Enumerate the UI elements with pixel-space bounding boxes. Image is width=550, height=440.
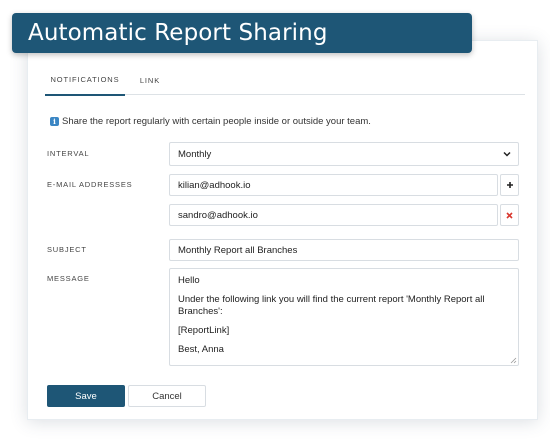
interval-select[interactable]: Monthly [169,142,519,166]
message-label: MESSAGE [47,274,90,283]
email-field-1[interactable]: kilian@adhook.io [169,174,498,196]
message-line: Under the following link you will find t… [178,294,485,317]
title-banner: Automatic Report Sharing [12,13,472,53]
cancel-button[interactable]: Cancel [128,385,206,407]
add-email-button[interactable] [500,174,519,196]
resize-handle-icon[interactable] [510,357,517,364]
interval-label: INTERVAL [47,149,90,158]
info-message: i Share the report regularly with certai… [50,116,371,127]
message-line: [ReportLink] [178,325,230,336]
tab-bar: NOTIFICATIONS LINK [45,65,525,96]
subject-value: Monthly Report all Branches [178,244,298,256]
email-value-1: kilian@adhook.io [178,179,251,191]
sharing-dialog: NOTIFICATIONS LINK i Share the report re… [27,40,538,420]
message-textarea[interactable]: Hello Under the following link you will … [169,268,519,366]
subject-field[interactable]: Monthly Report all Branches [169,239,519,261]
info-text: Share the report regularly with certain … [62,116,371,127]
email-value-2: sandro@adhook.io [178,209,258,221]
message-line: Best, Anna [178,344,224,355]
remove-email-button[interactable] [500,204,519,226]
page-title: Automatic Report Sharing [28,20,328,46]
chevron-down-icon [503,151,511,157]
subject-label: SUBJECT [47,245,87,254]
tab-link[interactable]: LINK [137,65,163,95]
email-addresses-label: E-MAIL ADDRESSES [47,180,133,189]
message-line: Hello [178,275,200,286]
save-button[interactable]: Save [47,385,125,407]
interval-value: Monthly [178,148,212,160]
remove-x-icon [506,211,513,219]
tab-notifications[interactable]: NOTIFICATIONS [45,65,125,96]
info-icon: i [50,117,59,126]
email-field-2[interactable]: sandro@adhook.io [169,204,498,226]
plus-icon [506,182,513,188]
